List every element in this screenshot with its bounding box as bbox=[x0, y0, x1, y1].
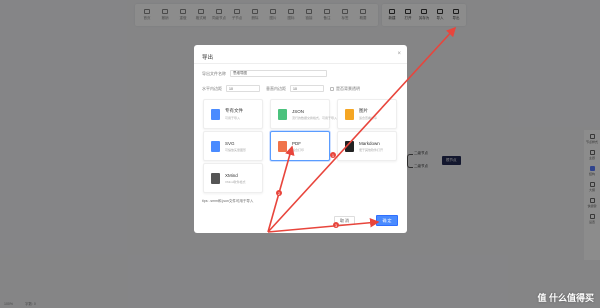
format-name: 专有文件 bbox=[225, 108, 243, 113]
format-name: SVG bbox=[225, 140, 235, 146]
format-desc: 适合查看分享 bbox=[359, 116, 378, 120]
tips-text: tips: .smm和.json文件可用于导入 bbox=[202, 199, 254, 203]
filename-input[interactable]: 思维导图 bbox=[230, 70, 327, 77]
padding-v-label: 垂直内边距 bbox=[266, 85, 286, 91]
markdown-icon bbox=[345, 140, 354, 152]
svg-icon bbox=[211, 140, 220, 152]
json-icon bbox=[278, 108, 287, 120]
format-card-text: 图片 适合查看分享 bbox=[359, 108, 377, 120]
format-desc: 流行的数据交换格式，可用于导入 bbox=[292, 115, 338, 120]
filename-label: 导出文件名称 bbox=[202, 70, 226, 76]
format-card-markdown[interactable]: Markdown 便于其他软件打开 bbox=[337, 131, 397, 161]
confirm-export-button[interactable]: 确 定 bbox=[376, 215, 398, 226]
format-desc: XMind软件格式 bbox=[225, 179, 246, 184]
file-icon bbox=[211, 108, 220, 120]
dialog-title: 导出 bbox=[202, 55, 214, 61]
padding-h-input[interactable]: 10 bbox=[226, 85, 260, 92]
format-card-text: PDF 适合打印 bbox=[292, 141, 304, 152]
format-card-pdf[interactable]: PDF 适合打印 bbox=[270, 131, 330, 161]
format-card-text: XMind XMind软件格式 bbox=[225, 173, 246, 184]
filename-row: 导出文件名称 思维导图 bbox=[202, 70, 327, 77]
format-card-text: JSON 流行的数据交换格式，可用于导入 bbox=[292, 109, 337, 120]
format-card-专有文件[interactable]: 专有文件 可用于导入 bbox=[203, 99, 263, 129]
format-name: JSON bbox=[292, 108, 305, 114]
format-card-text: 专有文件 可用于导入 bbox=[225, 108, 243, 120]
format-card-json[interactable]: JSON 流行的数据交换格式，可用于导入 bbox=[270, 99, 337, 129]
format-card-text: Markdown 便于其他软件打开 bbox=[359, 141, 383, 152]
format-card-图片[interactable]: 图片 适合查看分享 bbox=[337, 99, 397, 129]
picture-icon bbox=[345, 108, 354, 120]
padding-v-input[interactable]: 10 bbox=[290, 85, 324, 92]
padding-h-label: 水平内边距 bbox=[202, 85, 222, 91]
annotation-badge-3: 3 bbox=[333, 222, 339, 228]
transparent-label: 是否背景透明 bbox=[336, 85, 360, 91]
watermark-logo: 值 什么值得买 bbox=[537, 293, 594, 303]
xmind-icon bbox=[211, 172, 220, 184]
format-name: Markdown bbox=[359, 140, 380, 146]
format-desc: 可用于导入 bbox=[225, 116, 241, 120]
format-desc: 便于其他软件打开 bbox=[359, 147, 384, 152]
close-icon[interactable]: × bbox=[397, 51, 401, 57]
format-card-svg[interactable]: SVG 可缩放矢量图形 bbox=[203, 131, 263, 161]
format-desc: 适合打印 bbox=[292, 147, 305, 152]
annotation-badge-2: 2 bbox=[276, 190, 282, 196]
pdf-icon bbox=[278, 140, 287, 152]
format-name: XMind bbox=[225, 172, 238, 178]
dialog-divider bbox=[194, 63, 407, 64]
transparent-checkbox[interactable] bbox=[330, 86, 334, 91]
format-name: 图片 bbox=[359, 108, 368, 113]
format-card-text: SVG 可缩放矢量图形 bbox=[225, 141, 246, 152]
padding-row: 水平内边距 10 垂直内边距 10 是否背景透明 bbox=[202, 85, 360, 92]
format-name: PDF bbox=[292, 140, 301, 146]
format-desc: 可缩放矢量图形 bbox=[225, 147, 247, 152]
format-card-xmind[interactable]: XMind XMind软件格式 bbox=[203, 163, 263, 193]
export-dialog: 导出 × 导出文件名称 思维导图 水平内边距 10 垂直内边距 10 是否背景透… bbox=[194, 45, 407, 233]
annotation-badge-1: 1 bbox=[330, 152, 336, 158]
